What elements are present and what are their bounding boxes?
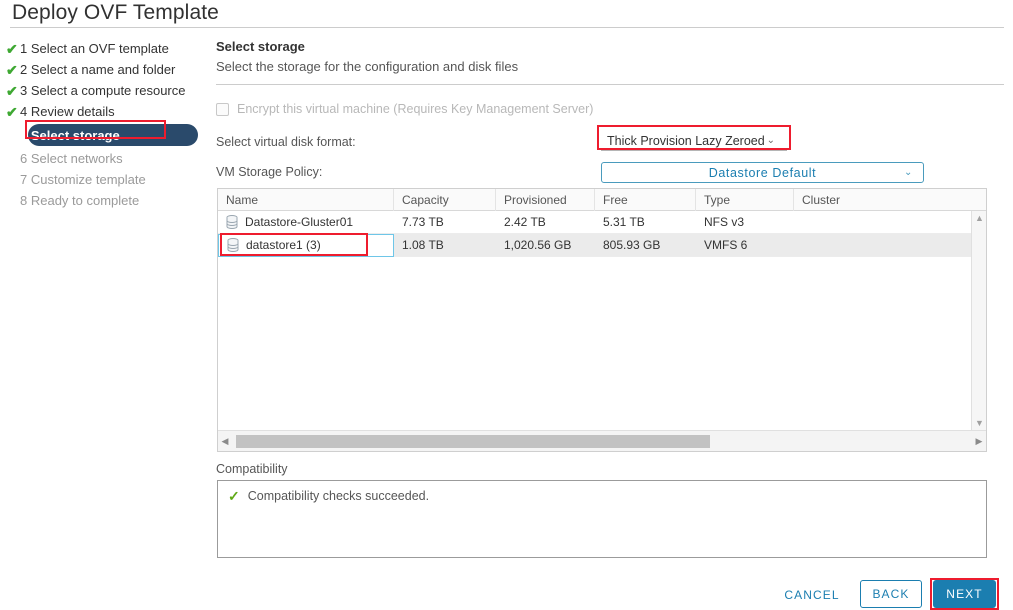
sidebar-item-label: 7 Customize template	[20, 172, 146, 187]
cell-capacity: 1.08 TB	[402, 238, 444, 252]
table-horizontal-scrollbar[interactable]: ◀ ▶	[218, 430, 986, 451]
compatibility-box: ✓ Compatibility checks succeeded.	[217, 480, 987, 558]
cell-name: datastore1 (3)	[218, 233, 394, 257]
check-icon: ✔	[6, 40, 18, 57]
pane-title: Select storage	[216, 39, 305, 54]
sidebar-item-select-name-and-folder[interactable]: ✔ 2 Select a name and folder	[0, 59, 210, 80]
chevron-down-icon: ⌄	[766, 135, 775, 146]
datastore-name: Datastore-Gluster01	[245, 215, 354, 229]
scroll-down-icon[interactable]: ▼	[972, 416, 987, 430]
wizard-steps-nav: ✔ 1 Select an OVF template ✔ 2 Select a …	[0, 38, 210, 211]
next-button[interactable]: NEXT	[933, 580, 996, 608]
table-header-row: Name Capacity Provisioned Free Type Clus…	[218, 189, 986, 211]
compatibility-label: Compatibility	[216, 462, 288, 476]
encrypt-vm-checkbox	[216, 102, 229, 116]
sidebar-item-ready-to-complete[interactable]: 8 Ready to complete	[0, 190, 210, 211]
page-title: Deploy OVF Template	[12, 1, 219, 24]
scroll-up-icon[interactable]: ▲	[972, 211, 987, 225]
column-header-name[interactable]: Name	[218, 189, 394, 211]
cancel-button[interactable]: CANCEL	[779, 581, 845, 608]
sidebar-item-label: 2 Select a name and folder	[20, 62, 176, 77]
pane-divider	[216, 84, 1004, 85]
cell-cluster	[794, 234, 968, 257]
sidebar-item-customize-template[interactable]: 7 Customize template	[0, 169, 210, 190]
datastore-table: Name Capacity Provisioned Free Type Clus…	[217, 188, 987, 452]
disk-format-value: Thick Provision Lazy Zeroed	[607, 133, 765, 148]
column-header-cluster[interactable]: Cluster	[794, 189, 968, 211]
storage-policy-select[interactable]: Datastore Default ⌄	[601, 162, 924, 183]
hscroll-thumb[interactable]	[236, 434, 710, 448]
disk-format-select[interactable]: Thick Provision Lazy Zeroed ⌄	[601, 131, 787, 151]
storage-policy-label: VM Storage Policy:	[216, 165, 323, 179]
encrypt-vm-label: Encrypt this virtual machine (Requires K…	[237, 102, 594, 116]
datastore-icon	[227, 238, 239, 252]
check-icon: ✓	[228, 488, 240, 504]
sidebar-item-label: 4 Review details	[20, 104, 115, 119]
cell-free: 805.93 GB	[603, 238, 661, 252]
column-header-capacity[interactable]: Capacity	[394, 189, 496, 211]
wizard-footer: CANCEL BACK NEXT	[0, 578, 1013, 610]
sidebar-item-label: 6 Select networks	[20, 151, 123, 166]
cell-type: NFS v3	[704, 215, 745, 229]
check-icon: ✔	[6, 82, 18, 99]
sidebar-item-label: 3 Select a compute resource	[20, 83, 186, 98]
storage-policy-value: Datastore Default	[708, 165, 817, 180]
column-header-free[interactable]: Free	[595, 189, 696, 211]
encrypt-vm-row: Encrypt this virtual machine (Requires K…	[216, 102, 593, 116]
table-body: Datastore-Gluster01 7.73 TB 2.42 TB 5.31…	[218, 211, 986, 430]
pane-header: Select storage Select the storage for th…	[216, 38, 1004, 85]
scroll-right-icon[interactable]: ▶	[972, 431, 986, 452]
compatibility-message: Compatibility checks succeeded.	[247, 489, 430, 503]
cell-provisioned: 2.42 TB	[504, 215, 546, 229]
sidebar-item-label: 5 Select storage	[20, 127, 120, 143]
check-icon: ✔	[6, 103, 18, 120]
datastore-name: datastore1 (3)	[246, 238, 321, 252]
hscroll-track[interactable]	[232, 431, 972, 452]
sidebar-item-label: 1 Select an OVF template	[20, 41, 169, 56]
sidebar-item-review-details[interactable]: ✔ 4 Review details	[0, 101, 210, 122]
sidebar-item-select-storage[interactable]: ✔ 5 Select storage	[0, 124, 210, 146]
cell-type: VMFS 6	[704, 238, 748, 252]
cell-cluster	[794, 211, 968, 234]
compatibility-message-row: ✓ Compatibility checks succeeded.	[218, 481, 986, 503]
cell-provisioned: 1,020.56 GB	[504, 238, 572, 252]
chevron-down-icon: ⌄	[904, 167, 913, 178]
cell-free: 5.31 TB	[603, 215, 645, 229]
sidebar-item-select-networks[interactable]: 6 Select networks	[0, 148, 210, 169]
cell-name: Datastore-Gluster01	[218, 211, 394, 234]
pane-subtitle: Select the storage for the configuration…	[216, 59, 519, 74]
sidebar-item-select-compute-resource[interactable]: ✔ 3 Select a compute resource	[0, 80, 210, 101]
scroll-left-icon[interactable]: ◀	[218, 431, 232, 452]
check-icon: ✔	[6, 61, 18, 78]
table-row[interactable]: Datastore-Gluster01 7.73 TB 2.42 TB 5.31…	[218, 211, 986, 234]
deploy-ovf-template-wizard: Deploy OVF Template ✔ 1 Select an OVF te…	[0, 0, 1013, 610]
disk-format-label: Select virtual disk format:	[216, 135, 356, 149]
column-header-provisioned[interactable]: Provisioned	[496, 189, 595, 211]
table-vertical-scrollbar[interactable]: ▲ ▼	[971, 211, 986, 430]
table-row[interactable]: datastore1 (3) 1.08 TB 1,020.56 GB 805.9…	[218, 233, 986, 257]
title-divider	[10, 27, 1004, 28]
datastore-icon	[226, 215, 238, 229]
column-header-type[interactable]: Type	[696, 189, 794, 211]
sidebar-item-select-ovf-template[interactable]: ✔ 1 Select an OVF template	[0, 38, 210, 59]
back-button[interactable]: BACK	[860, 580, 922, 608]
cell-capacity: 7.73 TB	[402, 215, 444, 229]
sidebar-item-label: 8 Ready to complete	[20, 193, 140, 208]
